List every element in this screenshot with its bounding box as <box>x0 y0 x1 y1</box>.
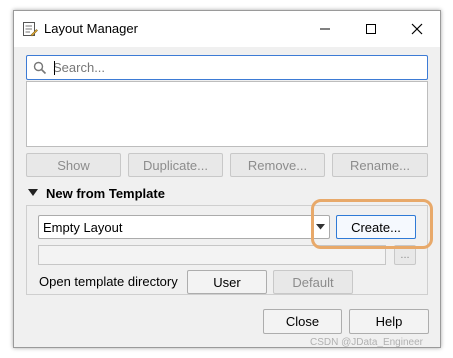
text-caret <box>54 61 55 75</box>
layout-list[interactable] <box>26 81 428 147</box>
layout-manager-app-icon <box>22 21 38 37</box>
template-combo[interactable]: Empty Layout <box>38 215 330 239</box>
duplicate-button-label: Duplicate... <box>142 157 209 173</box>
help-button-label: Help <box>375 314 403 329</box>
template-combo-value: Empty Layout <box>43 220 123 235</box>
show-button[interactable]: Show <box>26 153 121 177</box>
watermark-text: CSDN @JData_Engineer <box>310 337 423 348</box>
title-bar: Layout Manager <box>14 11 440 47</box>
collapse-triangle-icon <box>28 189 38 196</box>
search-box[interactable] <box>26 55 428 80</box>
close-icon <box>411 23 423 35</box>
minimize-icon <box>320 28 330 30</box>
new-from-template-header[interactable]: New from Template <box>28 185 165 201</box>
maximize-icon <box>366 24 376 34</box>
rename-button-label: Rename... <box>350 157 410 173</box>
duplicate-button[interactable]: Duplicate... <box>128 153 223 177</box>
close-button-label: Close <box>285 314 320 329</box>
show-button-label: Show <box>57 157 90 173</box>
close-button[interactable]: Close <box>263 309 342 334</box>
search-icon <box>33 61 47 75</box>
minimize-button[interactable] <box>302 11 348 47</box>
window-title: Layout Manager <box>44 21 138 36</box>
default-dir-button[interactable]: Default <box>273 270 353 294</box>
section-title: New from Template <box>46 185 165 201</box>
user-dir-button[interactable]: User <box>187 270 267 294</box>
rename-button[interactable]: Rename... <box>332 153 428 177</box>
default-button-label: Default <box>292 274 334 290</box>
help-button[interactable]: Help <box>349 309 429 334</box>
open-template-directory-label: Open template directory <box>39 274 178 289</box>
search-input[interactable] <box>53 58 423 77</box>
create-button-highlight <box>311 199 433 249</box>
remove-button-label: Remove... <box>247 157 308 173</box>
maximize-button[interactable] <box>348 11 394 47</box>
close-window-button[interactable] <box>394 11 440 47</box>
browse-button-label: ... <box>400 249 410 261</box>
user-button-label: User <box>213 274 241 290</box>
remove-button[interactable]: Remove... <box>230 153 325 177</box>
layout-manager-window: Layout Manager Show Duplicate... Remove.… <box>13 10 441 348</box>
